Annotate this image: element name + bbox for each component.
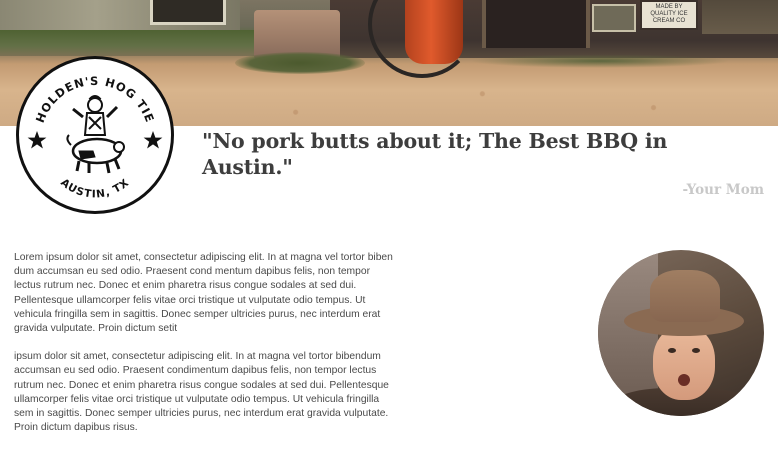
star-icon (143, 131, 163, 149)
logo-graphic: HOLDEN'S HOG TIE AUSTIN, TX (27, 74, 163, 201)
hero-sign: MADE BY QUALITY ICE CREAM CO (640, 0, 698, 30)
avatar-face (653, 326, 715, 400)
hog-rider-illustration (66, 95, 125, 174)
avatar-mouth (678, 374, 690, 386)
body-paragraph: ipsum dolor sit amet, consectetur adipis… (14, 351, 389, 434)
star-icon (27, 131, 47, 149)
testimonial-quote: "No pork butts about it; The Best BBQ in… (202, 129, 668, 179)
avatar-eye (692, 348, 700, 353)
site-logo[interactable]: HOLDEN'S HOG TIE AUSTIN, TX (16, 56, 174, 214)
hero-door (482, 0, 590, 48)
testimonial-attribution: -Your Mom (682, 182, 764, 198)
hero-panel (702, 0, 778, 34)
avatar-portrait (598, 250, 764, 416)
hero-window (150, 0, 226, 25)
body-paragraph: Lorem ipsum dolor sit amet, consectetur … (14, 252, 393, 335)
hero-tank (405, 0, 463, 64)
body-content: Lorem ipsum dolor sit amet, consectetur … (14, 251, 394, 449)
logo-bottom-text: AUSTIN, TX (58, 176, 132, 200)
avatar-hat-crown (650, 270, 720, 322)
hero-grass-patch (470, 54, 730, 68)
hero-poster (592, 4, 636, 32)
avatar-eye (668, 348, 676, 353)
hero-grass-patch (235, 52, 365, 74)
hero-grass (0, 30, 260, 56)
